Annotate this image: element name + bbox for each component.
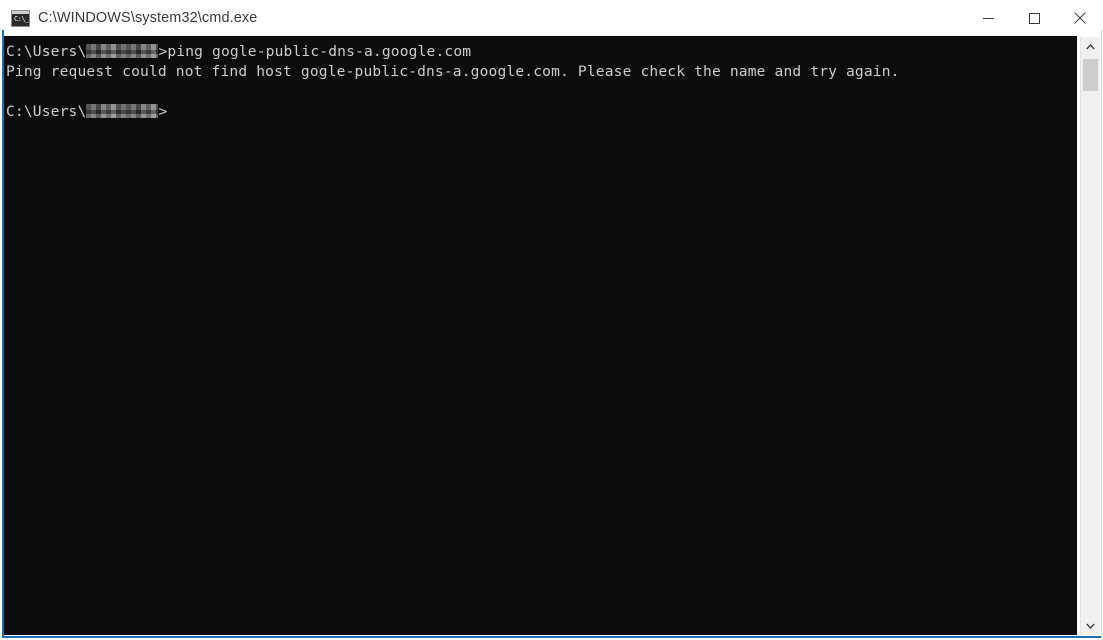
redacted-username [86, 44, 159, 58]
cmd-console-icon: C:\_ [11, 9, 30, 27]
caption-button-group [965, 0, 1103, 36]
maximize-button[interactable] [1011, 0, 1057, 36]
window-right-border [1101, 30, 1102, 638]
redacted-username [86, 104, 159, 118]
chevron-down-icon [1086, 623, 1095, 629]
command-text: >ping gogle-public-dns-a.google.com [158, 43, 472, 60]
close-icon [1074, 12, 1086, 24]
chevron-up-icon [1086, 43, 1095, 49]
title-bar[interactable]: C:\_ C:\WINDOWS\system32\cmd.exe [0, 0, 1103, 36]
maximize-icon [1028, 12, 1040, 24]
cmd-window: C:\_ C:\WINDOWS\system32\cmd.exe C:\User… [0, 0, 1103, 640]
close-button[interactable] [1057, 0, 1103, 36]
prompt-path: C:\Users\ [6, 43, 87, 60]
cmd-icon-glyph: C:\_ [14, 14, 29, 23]
minimize-icon [982, 17, 994, 19]
minimize-button[interactable] [965, 0, 1011, 36]
window-title: C:\WINDOWS\system32\cmd.exe [38, 10, 258, 26]
scroll-up-arrow[interactable] [1081, 37, 1100, 56]
window-left-border [2, 30, 4, 638]
prompt-caret: > [158, 103, 168, 120]
console-line-prompt: C:\Users\ > [6, 102, 1077, 122]
vertical-scrollbar[interactable] [1080, 37, 1100, 635]
console-text-buffer: C:\Users\ >ping gogle-public-dns-a.google… [4, 36, 1077, 122]
scroll-down-arrow[interactable] [1081, 616, 1100, 635]
console-output-area[interactable]: C:\Users\ >ping gogle-public-dns-a.google… [4, 36, 1077, 635]
console-line-command: C:\Users\ >ping gogle-public-dns-a.google… [6, 42, 1077, 62]
console-line-output: Ping request could not find host gogle-p… [6, 63, 900, 80]
window-bottom-border [2, 636, 1101, 638]
prompt-path: C:\Users\ [6, 103, 87, 120]
scrollbar-thumb[interactable] [1083, 59, 1098, 91]
